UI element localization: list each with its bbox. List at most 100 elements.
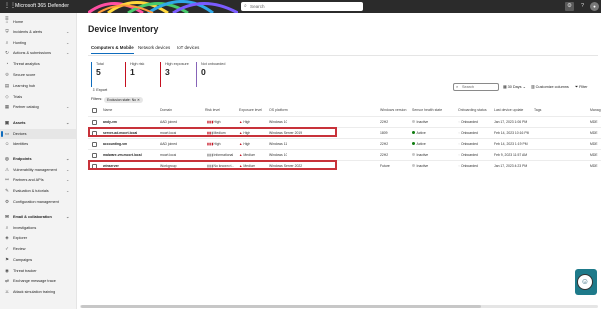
sidebar-item-home[interactable]: ⌂ Home [0, 17, 76, 27]
sidebar-item-attack-simulation-training[interactable]: ⚔ Attack simulation training [0, 287, 76, 297]
column-header[interactable]: Sensor health state [412, 106, 442, 115]
sidebar-item-learning-hub[interactable]: ▤ Learning hub [0, 81, 76, 91]
device-name-link[interactable]: winserver [103, 161, 119, 172]
table-row[interactable]: server-ad.mocrt.local mocrt.local ▮▮▮Mediu… [88, 127, 601, 138]
column-header[interactable]: Onboarding status [458, 106, 487, 115]
assets-icon: ▣ [4, 120, 10, 125]
select-all-checkbox[interactable] [92, 108, 97, 113]
sidebar-item-partners-and-apis[interactable]: ⚯ Partners and APIs ⌄ [0, 175, 76, 185]
windows-version-cell-text: 22H2 [380, 142, 389, 146]
stat-not-onboarded[interactable]: Not onboarded 0 [196, 62, 225, 87]
onboarding-status-cell-text: Onboarded [460, 153, 478, 157]
filter-button[interactable]: ⏷ Filter [575, 84, 588, 91]
sidebar-item-label: Explorer [13, 236, 28, 240]
column-header[interactable]: Domain [160, 106, 172, 115]
sidebar-item-label: Threat tracker [13, 269, 37, 273]
chevron-down-icon: ⌄ [66, 40, 70, 45]
horizontal-scrollbar[interactable] [80, 305, 598, 308]
filter-label: Filter [579, 85, 588, 89]
customize-columns-button[interactable]: ▥ Customize columns [531, 84, 569, 91]
sidebar-item-endpoints[interactable]: ◎ Endpoints ⌄ [0, 154, 76, 164]
sidebar-item-label: Vulnerability management [13, 168, 57, 172]
table-row[interactable]: winserver Workgroup ▮▮▮No known ri... ▲Medi… [88, 160, 601, 171]
sidebar-item-email-collaboration[interactable]: ✉ Email & collaboration ⌄ [0, 212, 76, 222]
copilot-button[interactable]: ☺ [575, 269, 597, 295]
row-checkbox[interactable] [92, 153, 97, 158]
warning-icon: ▲ [239, 164, 243, 168]
onboarding-status-cell-text: Onboarded [460, 131, 478, 135]
sidebar-item-assets[interactable]: ▣ Assets ⌄ [0, 118, 76, 128]
sidebar-item-trials[interactable]: ◇ Trials [0, 92, 76, 102]
sidebar-item-evaluation-tutorials[interactable]: ✎ Evaluation & tutorials ⌄ [0, 186, 76, 196]
table-row[interactable]: malware-vm.mocrt.local mocrt.local ▮▮▮Info… [88, 149, 601, 160]
days-dropdown[interactable]: ▦ 30 Days ⌄ [503, 84, 526, 91]
risk-level-cell-text: No known ri... [213, 164, 235, 168]
stat-total[interactable]: Total 5 [91, 62, 104, 87]
sidebar-item-incidents-alerts[interactable]: ⛨ Incidents & alerts ⌄ [0, 27, 76, 37]
help-icon[interactable]: ? [578, 2, 587, 11]
column-header[interactable]: Manag [590, 106, 601, 115]
windows-version-cell-text: 22H2 [380, 153, 389, 157]
explorer-icon: ◈ [5, 235, 9, 240]
sidebar-item-hunting[interactable]: ⌕ Hunting ⌄ [0, 38, 76, 48]
sidebar-item-identities[interactable]: ☺ Identities [0, 139, 76, 149]
column-header[interactable]: OS platform [269, 106, 288, 115]
sidebar-item-actions-submissions[interactable]: ↻ Actions & submissions ⌄ [0, 48, 76, 58]
avatar[interactable]: ● [590, 2, 599, 11]
sidebar-item-label: Actions & submissions [13, 51, 51, 55]
os-platform-cell-text: Windows 10 [269, 153, 288, 157]
row-checkbox[interactable] [92, 120, 97, 125]
sidebar-item-secure-score[interactable]: ♔ Secure score [0, 70, 76, 80]
column-header[interactable]: Exposure level [239, 106, 262, 115]
sidebar-item-threat-analytics[interactable]: ◔ Threat analytics [0, 59, 76, 69]
table-search-input[interactable]: ⌕ Search [453, 83, 499, 91]
device-name-link-text: server-ad.mocrt.local [103, 131, 138, 135]
column-header[interactable]: Windows version [380, 106, 406, 115]
chevron-down-icon: ⌄ [66, 177, 70, 182]
row-checkbox[interactable] [92, 142, 97, 147]
export-button[interactable]: ⇩ Export [92, 87, 107, 94]
global-search-input[interactable]: ⌕ Search [241, 2, 363, 11]
app-title[interactable]: Microsoft 365 Defender [15, 3, 69, 10]
windows-version-cell: Future [380, 161, 390, 172]
table-row[interactable]: andy-vm AAD joined ▮▮▮High ▲High Windows 10 2… [88, 116, 601, 127]
sidebar-item-configuration-management[interactable]: ⚙ Configuration management [0, 197, 76, 207]
column-header[interactable]: Risk level [205, 106, 220, 115]
tab-iot-devices[interactable]: IoT devices [177, 44, 199, 52]
sidebar-item-investigations[interactable]: ⌕ Investigations [0, 223, 76, 233]
sidebar-item-vulnerability-management[interactable]: ⚠ Vulnerability management ⌄ [0, 165, 76, 175]
row-checkbox[interactable] [92, 131, 97, 136]
column-header[interactable]: Name [103, 106, 112, 115]
warning-icon: ▲ [239, 131, 243, 135]
status-dot-icon [412, 120, 415, 123]
page-title: Device Inventory [88, 24, 159, 34]
column-header[interactable]: Tags [534, 106, 541, 115]
sidebar-item-review[interactable]: ✓ Review [0, 244, 76, 254]
tab-network-devices[interactable]: Network devices [138, 44, 170, 52]
filter-chip[interactable]: Exclusion state: No ✕ [104, 97, 143, 103]
close-icon[interactable]: ✕ [137, 98, 140, 102]
column-header[interactable]: Last device update [494, 106, 523, 115]
tab-computers-mobile[interactable]: Computers & Mobile [91, 44, 134, 54]
sidebar-item-label: Assets [13, 121, 26, 125]
sidebar-item-explorer[interactable]: ◈ Explorer [0, 233, 76, 243]
sidebar-item-exchange-message-trace[interactable]: ⇄ Exchange message trace [0, 276, 76, 286]
row-checkbox[interactable] [92, 164, 97, 169]
gear-icon[interactable]: ⚙ [565, 2, 574, 11]
sidebar-item-threat-tracker[interactable]: ◉ Threat tracker [0, 266, 76, 276]
os-platform-cell-text: Windows Server 2019 [269, 131, 303, 135]
chevron-down-icon: ⌄ [66, 120, 70, 125]
chevron-down-icon: ⌄ [66, 29, 70, 34]
sensor-health-cell-text: Active [416, 142, 426, 146]
filters-label: Filters: [91, 97, 103, 101]
sidebar-item-label: Trials [13, 95, 23, 99]
stat-value: 3 [165, 67, 170, 77]
chevron-down-icon: ⌄ [66, 188, 70, 193]
sidebar-item-partner-catalog[interactable]: ▦ Partner catalog ⌄ [0, 102, 76, 112]
sidebar-item-campaigns[interactable]: ⚑ Campaigns [0, 255, 76, 265]
stat-high-risk[interactable]: High risk 1 [125, 62, 144, 87]
sidebar-item-devices[interactable]: ▭ Devices [0, 129, 76, 139]
sidebar-item-label: Attack simulation training [13, 290, 56, 294]
table-row[interactable]: accounting-vm AAD joined ▮▮▮High ▲High Windo… [88, 138, 601, 149]
stat-high-exposure[interactable]: High exposure 3 [160, 62, 189, 87]
